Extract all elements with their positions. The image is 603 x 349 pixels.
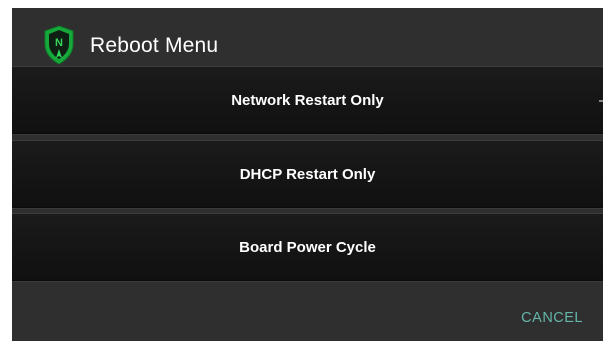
edge-mark bbox=[599, 100, 603, 102]
reboot-menu-dialog: N Reboot Menu Network Restart Only DHCP … bbox=[12, 8, 603, 341]
cancel-button[interactable]: CANCEL bbox=[521, 310, 583, 326]
shield-compass-icon: N bbox=[44, 25, 74, 65]
dialog-title: Reboot Menu bbox=[90, 34, 219, 57]
logo-letter: N bbox=[55, 37, 63, 49]
network-restart-button[interactable]: Network Restart Only bbox=[12, 66, 603, 134]
dhcp-restart-button[interactable]: DHCP Restart Only bbox=[12, 140, 603, 208]
dialog-header: N Reboot Menu bbox=[12, 8, 603, 74]
board-power-cycle-button[interactable]: Board Power Cycle bbox=[12, 213, 603, 281]
